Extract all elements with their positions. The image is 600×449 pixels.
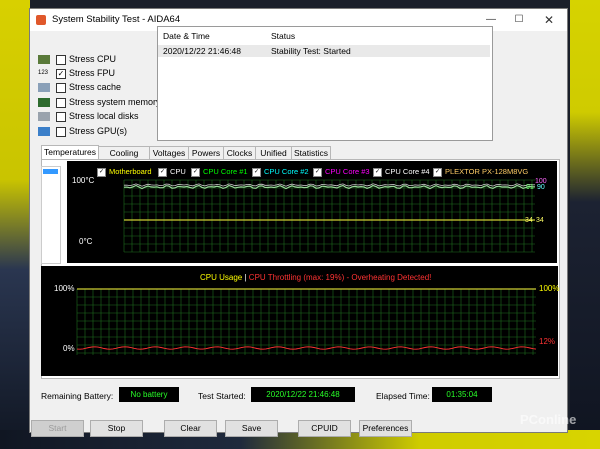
test-started-label: Test Started: [198, 391, 246, 401]
maximize-button[interactable]: ☐ [508, 12, 530, 28]
elapsed-time-label: Elapsed Time: [376, 391, 430, 401]
tab-cooling-fans[interactable]: Cooling Fans [98, 146, 150, 171]
stress-cache-label: Stress cache [69, 82, 122, 92]
window-title: System Stability Test - AIDA64 [52, 14, 181, 25]
stress-gpu-option[interactable]: Stress GPU(s) [38, 125, 168, 139]
tab-clocks[interactable]: Clocks [223, 146, 256, 160]
stress-memory-label: Stress system memory [69, 97, 161, 107]
battery-value: No battery [119, 387, 179, 402]
cpu-usage-graph-svg [76, 288, 537, 355]
preferences-button[interactable]: Preferences [359, 420, 412, 437]
tab-statistics[interactable]: Statistics [291, 146, 331, 160]
stress-fpu-option[interactable]: 123 ✓ Stress FPU [38, 67, 168, 81]
legend-cpu-core-3-checkbox[interactable]: ✓ [313, 167, 322, 177]
fpu-icon: 123 [38, 70, 49, 76]
wallpaper-left [0, 0, 30, 449]
memory-icon [38, 98, 50, 107]
tab-voltages[interactable]: Voltages [149, 146, 189, 160]
legend-motherboard-checkbox[interactable]: ✓ [97, 167, 106, 177]
legend-cpu-core-2[interactable]: ✓ CPU Core #2 [252, 167, 309, 177]
sensor-list-selected-item[interactable] [43, 169, 58, 174]
tab-powers[interactable]: Powers [188, 146, 224, 160]
stress-disks-option[interactable]: Stress local disks [38, 110, 168, 124]
legend-cpu-core-2-checkbox[interactable]: ✓ [252, 167, 261, 177]
cpu-y-bottom-right: 12% [539, 337, 556, 346]
legend-motherboard-label: Motherboard [109, 167, 152, 176]
stress-cache-option[interactable]: Stress cache [38, 81, 168, 95]
cache-icon [38, 83, 50, 92]
test-started-value: 2020/12/22 21:46:48 [251, 387, 355, 402]
log-row-datetime: 2020/12/22 21:46:48 [163, 46, 241, 56]
aida64-window: System Stability Test - AIDA64 — ☐ ✕ Str… [29, 8, 568, 437]
legend-cpu-label: CPU [170, 167, 186, 176]
watermark: PConline [520, 412, 577, 427]
stress-cpu-checkbox[interactable] [56, 55, 66, 65]
cpu-throttle-series-line [76, 346, 537, 350]
stress-cpu-option[interactable]: Stress CPU [38, 53, 168, 67]
status-log-table[interactable]: Date & Time Status 2020/12/22 21:46:48 S… [157, 26, 493, 141]
legend-plextor-label: PLEXTOR PX-128M8VG [445, 167, 529, 176]
legend-motherboard[interactable]: ✓ Motherboard [97, 167, 152, 177]
legend-cpu-core-3-label: CPU Core #3 [325, 167, 370, 176]
temp-right-value-90: 90 [537, 184, 545, 191]
legend-cpu-core-1[interactable]: ✓ CPU Core #1 [191, 167, 248, 177]
temp-right-value-34-a: 34 [525, 217, 533, 224]
stress-gpu-label: Stress GPU(s) [69, 126, 128, 136]
stress-memory-checkbox[interactable] [56, 98, 66, 108]
wallpaper-right [570, 0, 600, 449]
stress-memory-option[interactable]: Stress system memory [38, 96, 168, 110]
sensor-list[interactable] [41, 166, 61, 264]
legend-cpu-core-4-label: CPU Core #4 [385, 167, 430, 176]
elapsed-time-value: 01:35:04 [432, 387, 492, 402]
temp-y-top-label: 100°C [72, 176, 95, 185]
temp-right-value-34-b: 34 [536, 217, 544, 224]
temp-series-line [123, 183, 536, 187]
cpuid-button[interactable]: CPUID [298, 420, 351, 437]
cpu-graph-title-separator: | [244, 273, 247, 282]
save-button[interactable]: Save [225, 420, 278, 437]
legend-cpu-core-1-label: CPU Core #1 [203, 167, 248, 176]
cpu-y-top-left: 100% [54, 284, 75, 293]
stress-cpu-label: Stress CPU [69, 54, 117, 64]
disk-icon [38, 112, 50, 121]
stop-button[interactable]: Stop [90, 420, 143, 437]
stress-disks-checkbox[interactable] [56, 112, 66, 122]
cpu-usage-graph [41, 266, 558, 376]
start-button[interactable]: Start [31, 420, 84, 437]
aida64-app-icon [36, 15, 46, 25]
gpu-icon [38, 127, 50, 136]
log-header-status: Status [271, 31, 296, 41]
log-header-datetime: Date & Time [163, 31, 210, 41]
tab-unified[interactable]: Unified [255, 146, 292, 160]
stress-cache-checkbox[interactable] [56, 83, 66, 93]
clear-button[interactable]: Clear [164, 420, 217, 437]
legend-cpu-checkbox[interactable]: ✓ [158, 167, 167, 177]
stress-gpu-checkbox[interactable] [56, 127, 66, 137]
stress-fpu-label: Stress FPU [69, 68, 116, 78]
legend-cpu-core-3[interactable]: ✓ CPU Core #3 [313, 167, 370, 177]
cpu-icon [38, 55, 50, 64]
battery-label: Remaining Battery: [41, 391, 114, 401]
legend-cpu-core-1-checkbox[interactable]: ✓ [191, 167, 200, 177]
stress-fpu-checkbox[interactable]: ✓ [56, 69, 66, 79]
log-row-status: Stability Test: Started [271, 46, 351, 56]
legend-plextor[interactable]: ✓ PLEXTOR PX-128M8VG [433, 167, 528, 177]
legend-cpu-core-2-label: CPU Core #2 [264, 167, 309, 176]
cpu-y-top-right: 100% [539, 284, 560, 293]
legend-cpu-core-4[interactable]: ✓ CPU Core #4 [373, 167, 430, 177]
legend-cpu-core-4-checkbox[interactable]: ✓ [373, 167, 382, 177]
cpu-throttling-title: CPU Throttling (max: 19%) - Overheating … [248, 273, 432, 282]
stress-disks-label: Stress local disks [69, 111, 139, 121]
close-button[interactable]: ✕ [538, 12, 560, 28]
tab-temperatures[interactable]: Temperatures [41, 145, 99, 160]
legend-plextor-checkbox[interactable]: ✓ [433, 167, 442, 177]
cpu-usage-title: CPU Usage [200, 273, 243, 282]
temp-y-bottom-label: 0°C [79, 237, 93, 246]
cpu-y-bottom-left: 0% [63, 344, 75, 353]
temp-right-value-91: 91 [526, 184, 534, 191]
legend-cpu[interactable]: ✓ CPU [158, 167, 186, 177]
cpu-graph-title: CPU Usage | CPU Throttling (max: 19%) - … [200, 273, 431, 282]
